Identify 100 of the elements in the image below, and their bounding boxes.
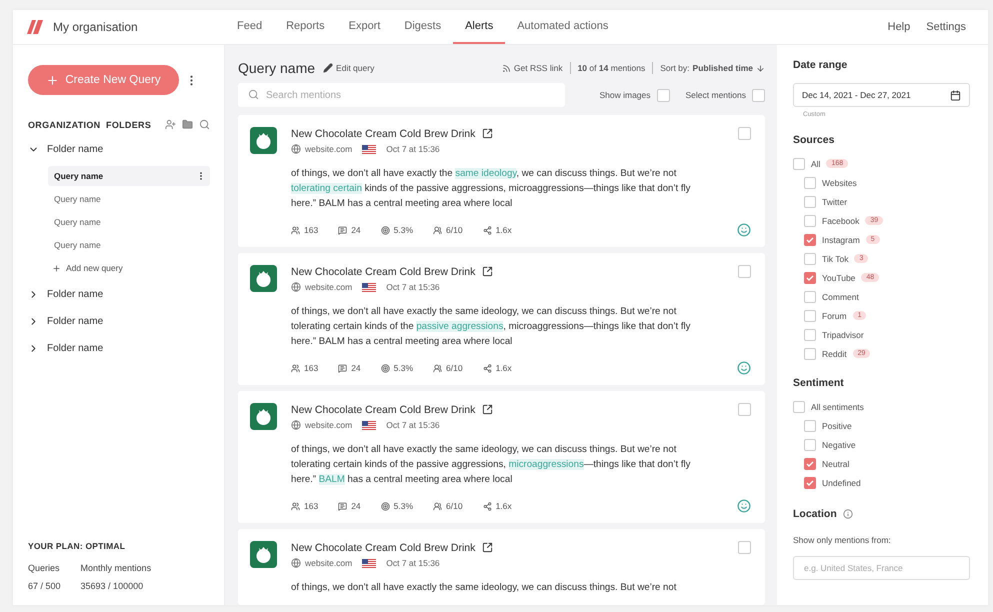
nav-link[interactable]: Help: [880, 21, 918, 33]
share-icon: [482, 226, 492, 234]
mention-stat: 163: [291, 225, 318, 235]
group-icon: [433, 226, 442, 234]
nav-tab[interactable]: Digests: [392, 10, 454, 44]
share-icon: [482, 364, 492, 372]
folders-heading: ORGANIZATION FOLDERS: [28, 120, 152, 130]
target-icon: [380, 364, 390, 372]
mention-stat: 6/10: [433, 225, 463, 235]
sort-control[interactable]: Sort by: Published time: [660, 63, 765, 73]
checkbox[interactable]: [804, 348, 816, 360]
date-range-field[interactable]: Dec 14, 2021 - Dec 27, 2021: [793, 83, 970, 107]
pencil-icon: [323, 63, 334, 73]
brand-logo-icon: [250, 127, 277, 154]
search-icon[interactable]: [199, 119, 210, 130]
checkbox[interactable]: [793, 400, 805, 412]
target-icon: [380, 502, 390, 510]
add-query-button[interactable]: Add new query: [52, 258, 123, 278]
edit-query-link[interactable]: Edit query: [323, 63, 374, 73]
checkmark-icon: [806, 478, 814, 486]
external-link-icon[interactable]: [482, 542, 494, 553]
checkbox[interactable]: [793, 158, 805, 170]
info-icon[interactable]: [842, 509, 853, 519]
plus-icon: [52, 264, 61, 272]
checkbox[interactable]: [804, 310, 816, 322]
sentiment-label: Neutral: [822, 458, 850, 468]
flag-icon: [362, 558, 376, 568]
brand-logo-icon: [250, 541, 277, 568]
message-icon: [338, 502, 348, 510]
mention-stat: 5.3%: [380, 225, 414, 235]
add-user-icon[interactable]: [165, 119, 176, 130]
folder-name[interactable]: Folder name: [47, 316, 104, 327]
query-title: Query name: [238, 60, 316, 76]
checkbox[interactable]: [804, 420, 816, 432]
checkbox[interactable]: [738, 541, 751, 554]
source-label: Tripadvisor: [822, 330, 864, 340]
checkbox[interactable]: [738, 403, 751, 416]
location-field[interactable]: e.g. United States, France: [793, 556, 970, 580]
query-item[interactable]: Query name: [48, 189, 210, 209]
checkbox[interactable]: [738, 127, 751, 140]
plan-title: YOUR PLAN: OPTIMAL: [28, 541, 126, 551]
plus-icon: [46, 74, 60, 86]
smiley-icon[interactable]: [737, 223, 751, 237]
checkbox[interactable]: [804, 272, 816, 284]
nav-link[interactable]: Settings: [918, 21, 974, 33]
checkbox[interactable]: [804, 476, 816, 488]
rss-icon: [502, 64, 511, 72]
folder-icon[interactable]: [182, 119, 193, 130]
mention-stat: 163: [291, 363, 318, 373]
nav-tab[interactable]: Export: [336, 10, 392, 44]
mention-stat: 24: [338, 363, 361, 373]
folder-name[interactable]: Folder name: [47, 289, 104, 300]
smiley-icon[interactable]: [737, 499, 751, 513]
message-icon: [338, 226, 348, 234]
query-item[interactable]: Query name: [48, 235, 210, 255]
checkbox[interactable]: [804, 176, 816, 188]
mention-stat: 1.6x: [482, 363, 512, 373]
checkbox[interactable]: [804, 458, 816, 470]
external-link-icon[interactable]: [482, 404, 494, 415]
mention-stat: 1.6x: [482, 225, 512, 235]
nav-tab[interactable]: Feed: [225, 10, 274, 44]
source-label: Reddit: [822, 348, 847, 358]
source-label: YouTube: [822, 272, 856, 282]
search-icon: [248, 89, 259, 100]
checkbox[interactable]: [804, 234, 816, 246]
smiley-icon[interactable]: [737, 361, 751, 375]
external-link-icon[interactable]: [482, 266, 494, 277]
globe-icon: [291, 558, 301, 568]
search-field[interactable]: Search mentions: [238, 83, 565, 107]
checkbox[interactable]: [804, 328, 816, 340]
flag-icon: [362, 282, 376, 292]
mention-stat: 6/10: [433, 501, 463, 511]
mention-site: website.com: [305, 420, 352, 430]
rss-link[interactable]: Get RSS link: [502, 63, 563, 73]
checkbox[interactable]: [804, 290, 816, 302]
mention-stat: 6/10: [433, 363, 463, 373]
checkbox[interactable]: [656, 88, 670, 102]
plan-stat-value: 35693 / 100000: [80, 581, 144, 591]
globe-icon: [291, 144, 301, 154]
mention-title: New Chocolate Cream Cold Brew Drink: [291, 542, 476, 554]
checkbox[interactable]: [804, 214, 816, 226]
nav-tab[interactable]: Reports: [274, 10, 337, 44]
query-item[interactable]: Query name: [48, 212, 210, 232]
location-label: Show only mentions from:: [793, 535, 891, 545]
mention-title: New Chocolate Cream Cold Brew Drink: [291, 128, 476, 140]
checkbox[interactable]: [738, 265, 751, 278]
checkbox[interactable]: [752, 88, 765, 102]
query-item[interactable]: Query name: [48, 166, 210, 186]
mention-stat: 24: [338, 225, 361, 235]
checkbox[interactable]: [804, 252, 816, 264]
folder-name[interactable]: Folder name: [47, 144, 104, 155]
checkbox[interactable]: [804, 196, 816, 208]
sources-heading: Sources: [793, 134, 836, 146]
external-link-icon[interactable]: [482, 128, 494, 139]
folder-name[interactable]: Folder name: [47, 343, 104, 354]
source-label: Instagram: [822, 234, 860, 244]
source-label: Tik Tok: [822, 254, 848, 264]
toggle-label: Select mentions: [686, 90, 746, 100]
checkbox[interactable]: [804, 438, 816, 450]
nav-tab[interactable]: Automated actions: [505, 10, 620, 44]
